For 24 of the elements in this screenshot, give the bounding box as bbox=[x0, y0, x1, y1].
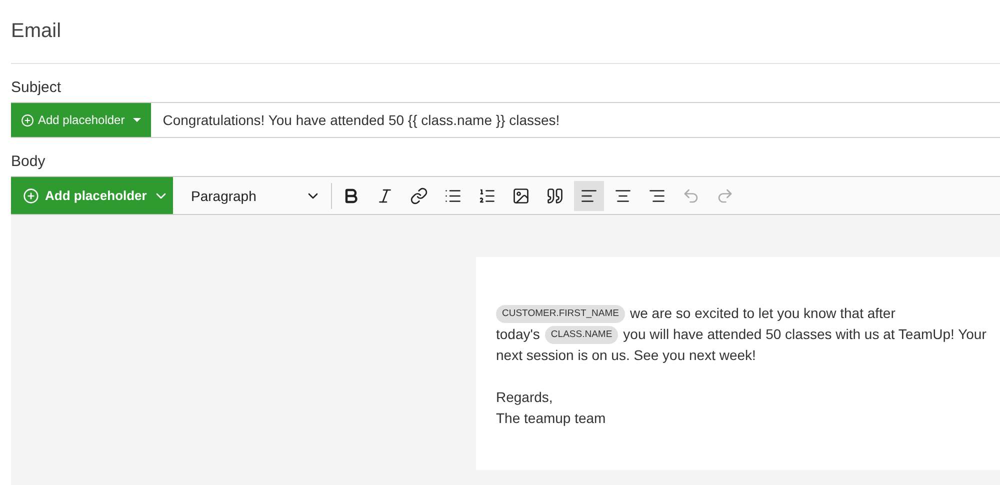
body-text: today's bbox=[496, 325, 540, 344]
link-icon bbox=[410, 186, 428, 204]
align-left-button[interactable] bbox=[574, 180, 604, 210]
add-placeholder-button[interactable]: Add placeholder bbox=[11, 177, 173, 214]
numbered-list-icon bbox=[478, 186, 496, 204]
body-text: Regards, bbox=[496, 388, 553, 407]
body-text: The teamup team bbox=[496, 409, 606, 428]
plus-circle-icon bbox=[21, 114, 34, 126]
italic-icon bbox=[376, 186, 394, 204]
image-icon bbox=[512, 186, 530, 204]
body-text: we are so excited to let you know that after bbox=[630, 304, 896, 323]
undo-icon bbox=[682, 186, 700, 204]
body-label: Body bbox=[11, 152, 46, 172]
page-title: Email bbox=[11, 19, 62, 44]
placeholder-tag: CLASS.NAME bbox=[544, 326, 618, 344]
body-text: you will have attended 50 classes with us at TeamUp! Your bbox=[623, 325, 986, 344]
quote-icon bbox=[546, 186, 564, 204]
add-placeholder-button[interactable]: Add placeholder bbox=[11, 103, 151, 137]
subject-label: Subject bbox=[11, 78, 62, 98]
placeholder-tag: CUSTOMER.FIRST_NAME bbox=[496, 304, 626, 322]
plus-circle-icon bbox=[23, 188, 39, 204]
body-text: next session is on us. See you next week! bbox=[496, 346, 756, 365]
redo-icon bbox=[716, 186, 734, 204]
block-format-dropdown[interactable]: Paragraph bbox=[191, 188, 321, 204]
